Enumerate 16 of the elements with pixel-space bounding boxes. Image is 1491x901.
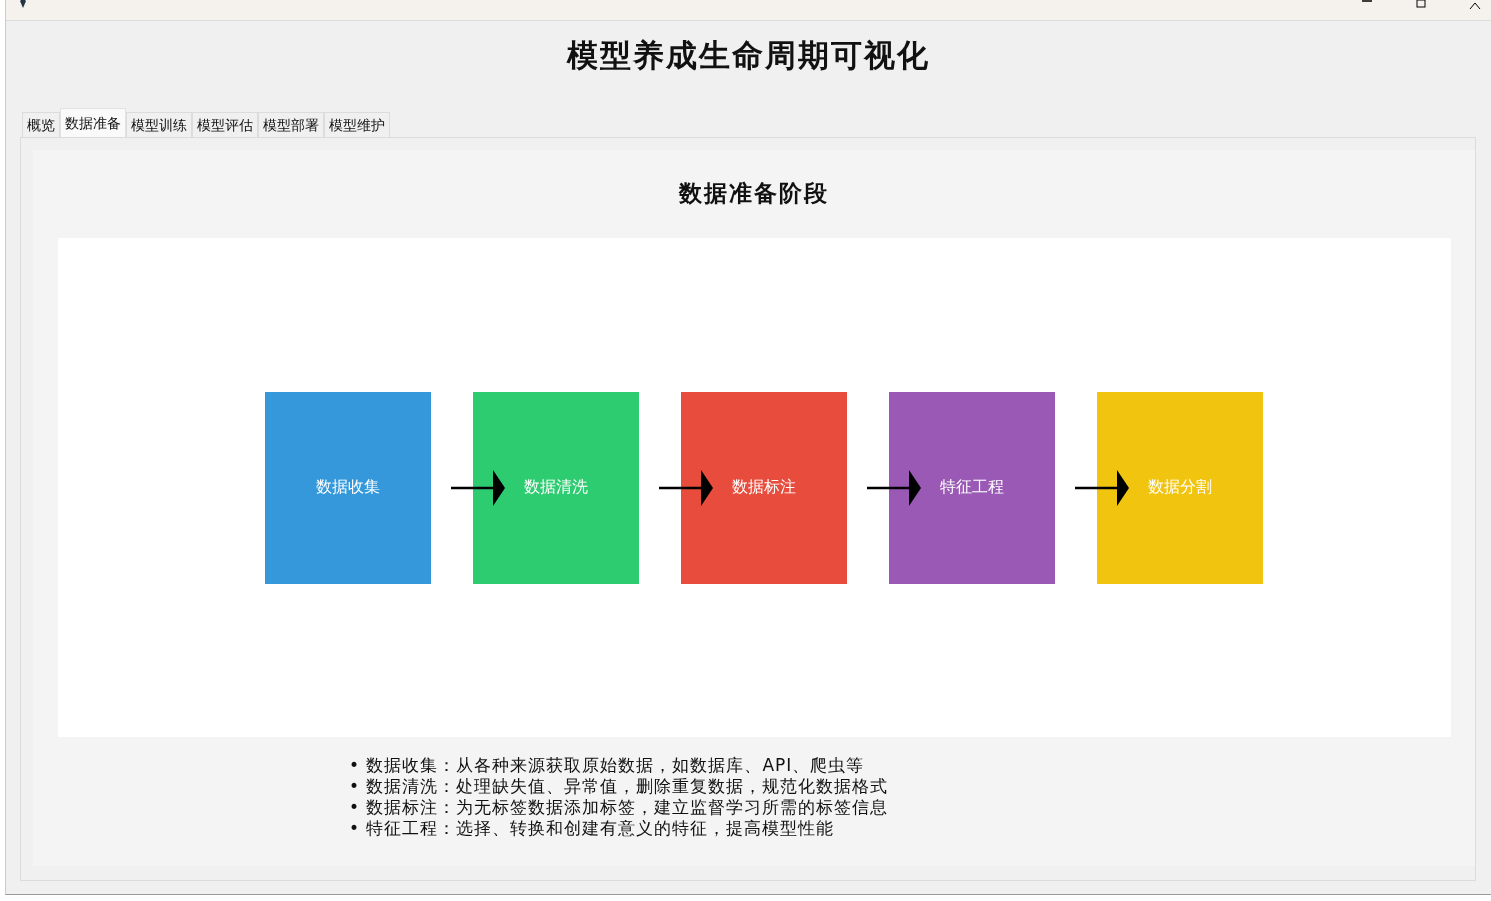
detail-line: • 特征工程：选择、转换和创建有意义的特征，提高模型性能: [349, 818, 836, 839]
tab[interactable]: 模型训练: [126, 112, 192, 137]
tab[interactable]: 数据准备: [60, 108, 126, 137]
tab[interactable]: 模型评估: [192, 112, 258, 137]
tab[interactable]: 模型维护: [324, 112, 390, 137]
detail-line: • 数据清洗：处理缺失值、异常值，删除重复数据，规范化数据格式: [349, 776, 890, 797]
feather-icon: [18, 0, 28, 8]
step-box: 数据收集: [264, 391, 431, 584]
detail-line: • 数据收集：从各种来源获取原始数据，如数据库、API、爬虫等: [349, 755, 866, 776]
tab[interactable]: 概览: [22, 112, 60, 137]
tab[interactable]: 模型部署: [258, 112, 324, 137]
stage-title: 数据准备阶段: [677, 179, 830, 208]
app-heading: 模型养成生命周期可视化: [565, 36, 931, 75]
close-icon[interactable]: [1469, 0, 1481, 10]
maximize-icon[interactable]: [1415, 0, 1427, 10]
detail-line: • 数据标注：为无标签数据添加标签，建立监督学习所需的标签信息: [349, 797, 890, 818]
